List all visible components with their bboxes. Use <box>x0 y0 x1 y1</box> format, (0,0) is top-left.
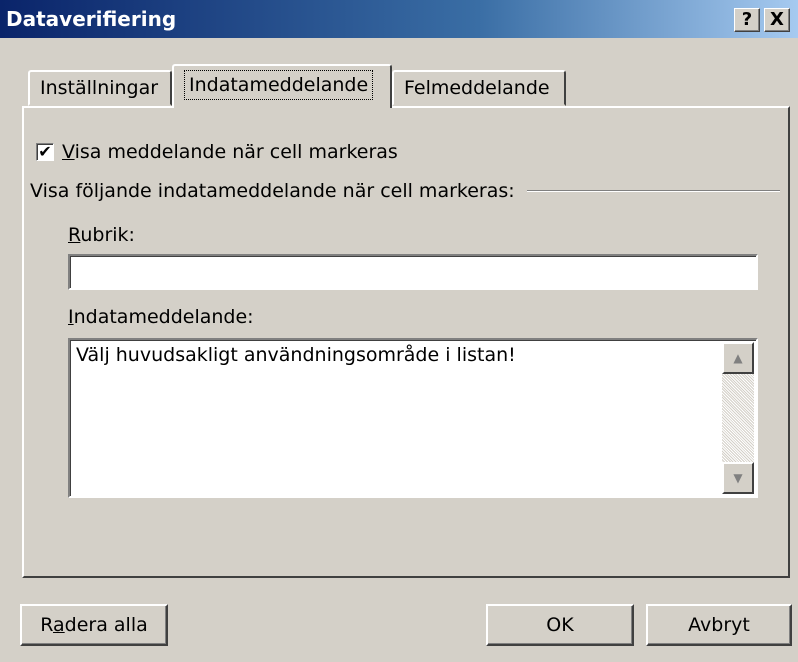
group-header: Visa följande indatameddelande när cell … <box>30 180 780 202</box>
tab-input-message-label: Indatameddelande <box>184 70 374 100</box>
tab-error-message[interactable]: Felmeddelande <box>392 70 566 106</box>
ok-button[interactable]: OK <box>486 604 634 646</box>
close-icon: X <box>770 9 784 30</box>
group-divider <box>526 190 780 192</box>
show-message-checkbox-label: Visa meddelande när cell markeras <box>62 141 398 163</box>
show-message-checkbox[interactable]: ✔ <box>36 143 54 161</box>
close-button[interactable]: X <box>764 8 790 32</box>
title-input[interactable] <box>68 254 758 290</box>
message-textarea[interactable]: Välj huvudsakligt användningsområde i li… <box>68 338 758 498</box>
scroll-up-icon[interactable]: ▲ <box>722 342 754 374</box>
cancel-button[interactable]: Avbryt <box>646 604 792 646</box>
tab-input-message[interactable]: Indatameddelande <box>172 64 392 108</box>
title-field-label: Rubrik: <box>68 224 135 246</box>
clear-all-button[interactable]: Radera alla <box>20 604 168 646</box>
window-title: Dataverifiering <box>6 7 177 31</box>
help-icon: ? <box>741 9 753 30</box>
help-button[interactable]: ? <box>734 8 760 32</box>
group-label: Visa följande indatameddelande när cell … <box>30 180 515 202</box>
tab-error-message-label: Felmeddelande <box>404 77 550 99</box>
message-scrollbar[interactable]: ▲ ▼ <box>722 342 754 494</box>
message-text: Välj huvudsakligt användningsområde i li… <box>76 344 516 366</box>
tab-settings-label: Inställningar <box>40 77 159 99</box>
window-titlebar: Dataverifiering <box>0 0 798 38</box>
scroll-down-icon[interactable]: ▼ <box>722 462 754 494</box>
message-field-label: Indatameddelande: <box>68 306 254 328</box>
show-message-checkbox-row[interactable]: ✔ Visa meddelande när cell markeras <box>36 140 398 164</box>
tab-settings[interactable]: Inställningar <box>28 70 172 106</box>
